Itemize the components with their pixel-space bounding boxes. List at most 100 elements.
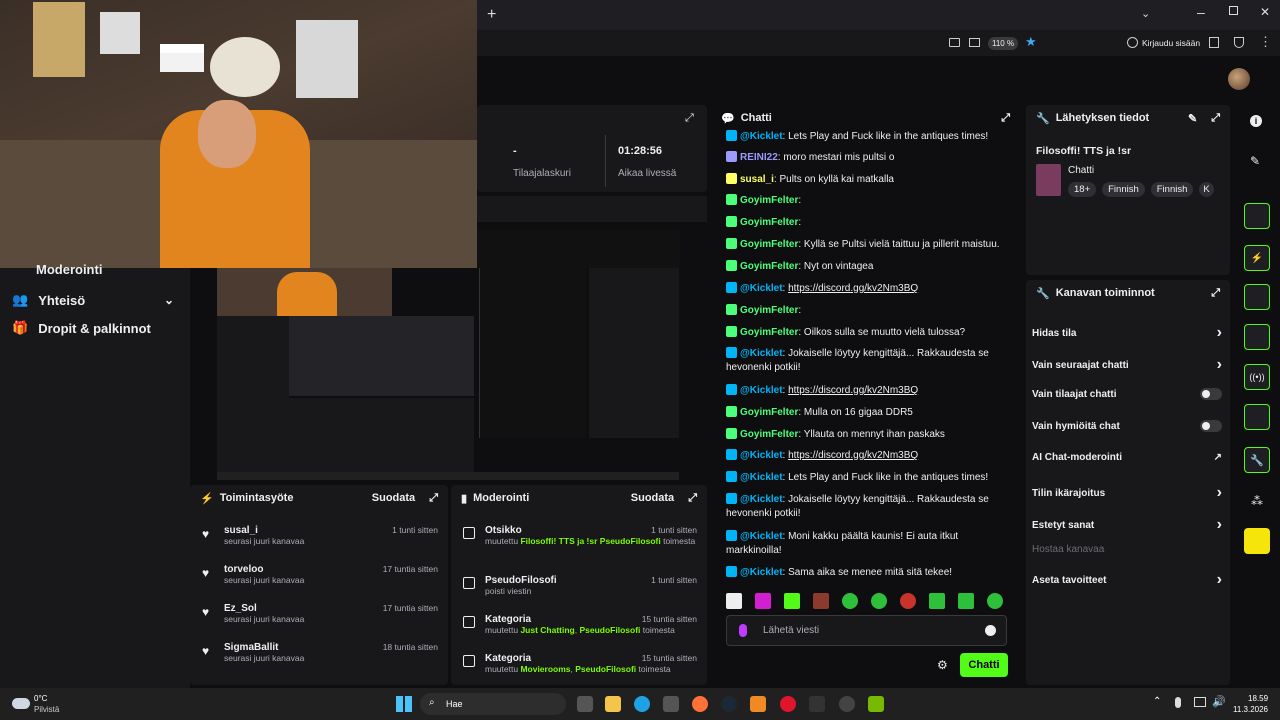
channel-action-row[interactable]: Hostaa kanavaa (1032, 544, 1222, 555)
camera-icon[interactable] (1244, 203, 1270, 229)
zoom-level[interactable]: 110 % (988, 37, 1019, 50)
moderation-user[interactable]: PseudoFilosofi (575, 664, 636, 674)
channel-action-row[interactable]: Vain hymiöitä chat (1032, 420, 1222, 432)
task-view-icon[interactable] (577, 696, 593, 712)
chat-link[interactable]: https://discord.gg/kv2Nm3BQ (788, 450, 918, 461)
chat-username[interactable]: @Kicklet (740, 494, 783, 505)
tag[interactable]: K (1199, 182, 1214, 197)
channel-action-row[interactable]: AI Chat-moderointi ↗ (1032, 452, 1222, 463)
new-tab-icon[interactable]: + (487, 6, 496, 24)
opera-icon[interactable] (780, 696, 796, 712)
moderation-user[interactable]: PseudoFilosofi (579, 625, 640, 635)
minimize-icon[interactable]: – (1197, 4, 1205, 20)
network-icon[interactable] (1194, 697, 1206, 707)
emote-icon[interactable] (929, 593, 945, 609)
tag[interactable]: 18+ (1068, 182, 1097, 197)
chevron-right-icon[interactable]: › (1217, 324, 1222, 342)
shield-icon[interactable] (1234, 37, 1244, 48)
avatar[interactable] (1228, 68, 1250, 90)
chat-username[interactable]: GoyimFelter (740, 195, 798, 206)
nav-item-community[interactable]: 👥 Yhteisö ⌄ (12, 292, 174, 308)
chat-bubble-icon[interactable] (1244, 324, 1270, 350)
toggle-switch[interactable] (1200, 388, 1222, 400)
terminal-icon[interactable] (809, 696, 825, 712)
wrench-icon[interactable]: 🔧 (1244, 447, 1270, 473)
chat-username[interactable]: @Kicklet (740, 472, 783, 483)
screenshot-icon[interactable] (969, 38, 980, 47)
popout-icon[interactable]: ⤢ (1211, 112, 1220, 125)
profile-icon[interactable] (1127, 37, 1138, 48)
emote-icon[interactable] (784, 593, 800, 609)
vlc-icon[interactable] (750, 696, 766, 712)
emote-icon[interactable] (958, 593, 974, 609)
clock-time[interactable]: 18.59 (1248, 694, 1268, 703)
channel-action-row[interactable]: Vain tilaajat chatti (1032, 388, 1222, 400)
maximize-icon[interactable] (1229, 6, 1238, 15)
taskbar-search[interactable]: ⌕ Hae (420, 693, 566, 715)
emote-icon[interactable] (871, 593, 887, 609)
chat-input[interactable]: Lähetä viesti (726, 615, 1007, 646)
nav-item-drops[interactable]: 🎁 Dropit & palkinnot (12, 320, 151, 336)
popout-icon[interactable]: ⤢ (688, 492, 697, 505)
volume-icon[interactable]: 🔊 (1212, 695, 1226, 708)
popout-icon[interactable]: ⤢ (1211, 287, 1220, 300)
emote-icon[interactable] (813, 593, 829, 609)
clapper-icon[interactable] (1244, 528, 1270, 554)
edit-pencil-icon[interactable]: ✎ (1188, 112, 1197, 125)
channel-action-row[interactable]: Vain seuraajat chatti › (1032, 356, 1222, 374)
popout-icon[interactable]: ⤢ (1001, 112, 1010, 125)
edge-icon[interactable] (634, 696, 650, 712)
nvidia-icon[interactable] (868, 696, 884, 712)
stream-preview[interactable] (217, 268, 679, 480)
extensions-icon[interactable] (1209, 37, 1219, 48)
chat-username[interactable]: @Kicklet (740, 531, 783, 542)
file-explorer-icon[interactable] (605, 696, 621, 712)
weather-desc[interactable]: Pilvistä (34, 705, 59, 714)
chat-username[interactable]: @Kicklet (740, 348, 783, 359)
chat-username[interactable]: @Kicklet (740, 385, 783, 396)
layout-icon[interactable] (1244, 404, 1270, 430)
popout-icon[interactable]: ⤢ (685, 112, 694, 125)
emoji-icon[interactable] (985, 625, 996, 636)
tag[interactable]: Finnish (1150, 182, 1194, 197)
chevron-right-icon[interactable]: › (1217, 356, 1222, 374)
channel-action-row[interactable]: Tilin ikärajoitus › (1032, 484, 1222, 502)
microphone-icon[interactable] (739, 624, 747, 637)
chat-username[interactable]: GoyimFelter (740, 327, 798, 338)
emote-icon[interactable] (842, 593, 858, 609)
emote-icon[interactable] (755, 593, 771, 609)
chevron-right-icon[interactable]: › (1217, 571, 1222, 589)
external-link-icon[interactable]: ↗ (1214, 452, 1222, 463)
picture-in-picture-icon[interactable] (949, 38, 960, 47)
chat-username[interactable]: @Kicklet (740, 450, 783, 461)
microphone-icon[interactable] (1175, 697, 1181, 708)
tag[interactable]: Finnish (1102, 182, 1145, 197)
edit-pencil-icon[interactable]: ✎ (1250, 154, 1260, 168)
close-icon[interactable]: ✕ (1260, 5, 1270, 19)
chevron-down-icon[interactable]: ⌄ (1141, 7, 1150, 20)
chat-username[interactable]: @Kicklet (740, 567, 783, 578)
connections-icon[interactable]: ⁂ (1251, 494, 1263, 508)
broadcast-icon[interactable]: ((•)) (1244, 364, 1270, 390)
obs-icon[interactable] (839, 696, 855, 712)
weather-temp[interactable]: 0°C (34, 694, 47, 703)
chat-username[interactable]: @Kicklet (740, 131, 783, 142)
document-icon[interactable] (1244, 284, 1270, 310)
chat-username[interactable]: susal_i (740, 174, 774, 185)
moderation-user[interactable]: PseudoFilosofi (600, 536, 661, 546)
favorite-star-icon[interactable]: ★ (1025, 34, 1037, 50)
send-chat-button[interactable]: Chatti (960, 653, 1008, 677)
chat-link[interactable]: https://discord.gg/kv2Nm3BQ (788, 283, 918, 294)
chat-link[interactable]: https://discord.gg/kv2Nm3BQ (788, 385, 918, 396)
filter-button[interactable]: Suodata (631, 492, 674, 504)
channel-action-row[interactable]: Aseta tavoitteet › (1032, 571, 1222, 589)
chevron-right-icon[interactable]: › (1217, 516, 1222, 534)
chat-username[interactable]: GoyimFelter (740, 217, 798, 228)
lightning-icon[interactable]: ⚡ (1244, 245, 1270, 271)
cloud-icon[interactable] (12, 698, 30, 709)
firefox-icon[interactable] (692, 696, 708, 712)
chat-username[interactable]: REINI22 (740, 152, 778, 163)
chevron-down-icon[interactable]: ⌄ (164, 293, 174, 307)
login-label[interactable]: Kirjaudu sisään (1142, 38, 1200, 48)
settings-gear-icon[interactable]: ⚙ (937, 658, 948, 672)
